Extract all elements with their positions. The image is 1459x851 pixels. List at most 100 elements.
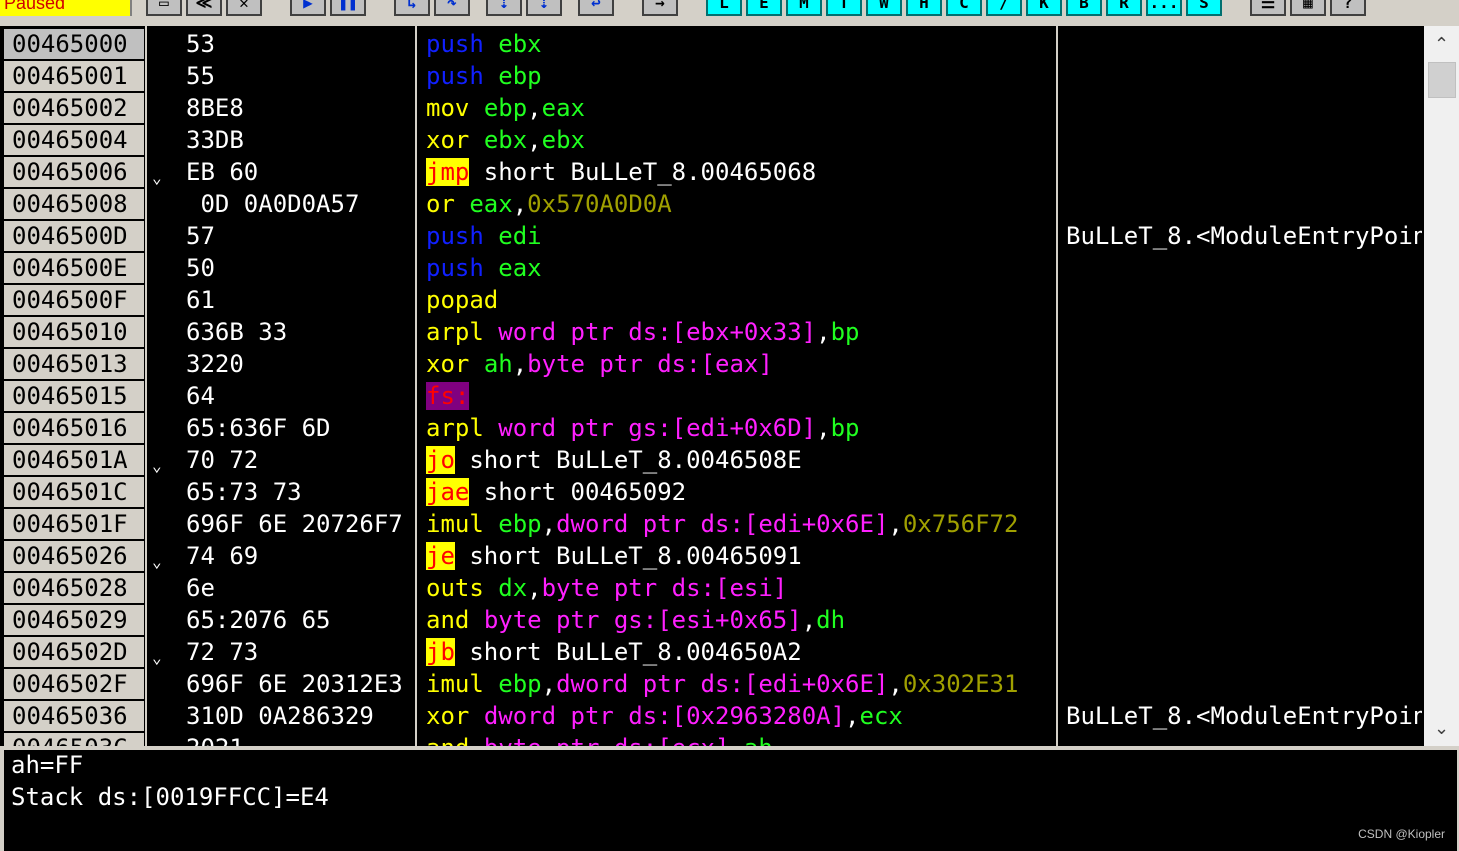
row-disassembly[interactable]: and byte ptr gs:[esi+0x65],dh xyxy=(426,604,1056,636)
row-address[interactable]: 0046502D xyxy=(4,637,144,667)
row-address[interactable]: 0046500F xyxy=(4,285,144,315)
step-over-icon[interactable]: ↷ xyxy=(434,0,470,16)
restart-icon[interactable]: ≪ xyxy=(186,0,222,16)
row-hex-bytes[interactable]: 61 xyxy=(186,284,414,316)
row-address[interactable]: 00465008 xyxy=(4,189,144,219)
scroll-thumb[interactable] xyxy=(1428,62,1456,98)
row-hex-bytes[interactable]: 696F 6E 20726F7 xyxy=(186,508,414,540)
list-icon[interactable]: ☰ xyxy=(1250,0,1286,16)
row-hex-bytes[interactable]: 65:73 73 xyxy=(186,476,414,508)
row-hex-bytes[interactable]: 65:636F 6D xyxy=(186,412,414,444)
row-hex-bytes[interactable]: 310D 0A286329 xyxy=(186,700,414,732)
windows-window-button[interactable]: W xyxy=(866,0,902,16)
row-disassembly[interactable]: xor ah,byte ptr ds:[eax] xyxy=(426,348,1056,380)
row-hex-bytes[interactable]: 696F 6E 20312E3 xyxy=(186,668,414,700)
row-disassembly[interactable]: arpl word ptr ds:[ebx+0x33],bp xyxy=(426,316,1056,348)
row-address[interactable]: 00465000 xyxy=(4,29,144,59)
help-icon[interactable]: ? xyxy=(1330,0,1366,16)
threads-window-button[interactable]: T xyxy=(826,0,862,16)
row-disassembly[interactable]: imul ebp,dword ptr ds:[edi+0x6E],0x302E3… xyxy=(426,668,1056,700)
row-hex-bytes[interactable]: 3220 xyxy=(186,348,414,380)
row-address[interactable]: 00465016 xyxy=(4,413,144,443)
row-disassembly[interactable]: jmp short BuLLeT_8.00465068 xyxy=(426,156,1056,188)
row-disassembly[interactable]: outs dx,byte ptr ds:[esi] xyxy=(426,572,1056,604)
row-hex-bytes[interactable]: 8BE8 xyxy=(186,92,414,124)
row-hex-bytes[interactable]: 6e xyxy=(186,572,414,604)
row-hex-bytes[interactable]: 57 xyxy=(186,220,414,252)
row-hex-bytes[interactable]: 65:2076 65 xyxy=(186,604,414,636)
row-disassembly[interactable]: jb short BuLLeT_8.004650A2 xyxy=(426,636,1056,668)
row-hex-bytes[interactable]: 33DB xyxy=(186,124,414,156)
row-address[interactable]: 00465002 xyxy=(4,93,144,123)
modules-window-button[interactable]: E xyxy=(746,0,782,16)
row-address[interactable]: 0046502F xyxy=(4,669,144,699)
row-address[interactable]: 0046503C xyxy=(4,733,144,746)
cpu-window-button[interactable]: C xyxy=(946,0,982,16)
column-divider[interactable] xyxy=(145,26,147,746)
row-address[interactable]: 00465028 xyxy=(4,573,144,603)
row-disassembly[interactable]: push ebp xyxy=(426,60,1056,92)
row-hex-bytes[interactable]: 2021 xyxy=(186,732,414,746)
row-disassembly[interactable]: fs: xyxy=(426,380,1056,412)
row-comment[interactable]: BuLLeT_8.<ModuleEntryPoint> xyxy=(1066,700,1422,732)
row-disassembly[interactable]: push eax xyxy=(426,252,1056,284)
memory-window-button[interactable]: M xyxy=(786,0,822,16)
run-icon[interactable]: ▶ xyxy=(290,0,326,16)
row-address[interactable]: 00465036 xyxy=(4,701,144,731)
patches-window-button[interactable]: / xyxy=(986,0,1022,16)
row-disassembly[interactable]: and byte ptr ds:[ecx],ah xyxy=(426,732,1056,746)
row-disassembly[interactable]: arpl word ptr gs:[edi+0x6D],bp xyxy=(426,412,1056,444)
row-hex-bytes[interactable]: 72 73 xyxy=(186,636,414,668)
row-disassembly[interactable]: popad xyxy=(426,284,1056,316)
row-address[interactable]: 00465004 xyxy=(4,125,144,155)
vertical-scrollbar[interactable]: ⌃ ⌄ xyxy=(1424,26,1459,746)
row-address[interactable]: 00465015 xyxy=(4,381,144,411)
row-hex-bytes[interactable]: 74 69 xyxy=(186,540,414,572)
disassembly-pane[interactable]: 00465000 00465001 00465002 00465004 00465006… xyxy=(0,26,1459,746)
pause-icon[interactable]: ❚❚ xyxy=(330,0,366,16)
row-address[interactable]: 00465006 xyxy=(4,157,144,187)
row-address[interactable]: 0046501F xyxy=(4,509,144,539)
trace-into-icon[interactable]: ⇣ xyxy=(486,0,522,16)
column-divider[interactable] xyxy=(1056,26,1058,746)
row-hex-bytes[interactable]: 70 72 xyxy=(186,444,414,476)
row-hex-bytes[interactable]: 53 xyxy=(186,28,414,60)
column-divider[interactable] xyxy=(415,26,417,746)
row-address[interactable]: 0046501A xyxy=(4,445,144,475)
execute-till-return-icon[interactable]: ↩ xyxy=(578,0,614,16)
row-address[interactable]: 00465029 xyxy=(4,605,144,635)
scroll-up-icon[interactable]: ⌃ xyxy=(1424,30,1459,60)
handles-window-button[interactable]: H xyxy=(906,0,942,16)
row-address[interactable]: 00465013 xyxy=(4,349,144,379)
row-disassembly[interactable]: xor ebx,ebx xyxy=(426,124,1056,156)
row-disassembly[interactable]: je short BuLLeT_8.00465091 xyxy=(426,540,1056,572)
call-stack-window-button[interactable]: K xyxy=(1026,0,1062,16)
close-icon[interactable]: ✕ xyxy=(226,0,262,16)
row-disassembly[interactable]: push ebx xyxy=(426,28,1056,60)
row-disassembly[interactable]: mov ebp,eax xyxy=(426,92,1056,124)
step-into-icon[interactable]: ↳ xyxy=(394,0,430,16)
run-trace-window-button[interactable]: ... xyxy=(1146,0,1182,16)
row-hex-bytes[interactable]: 55 xyxy=(186,60,414,92)
row-disassembly[interactable]: or eax,0x570A0D0A xyxy=(426,188,1056,220)
row-hex-bytes[interactable]: 636B 33 xyxy=(186,316,414,348)
open-icon[interactable]: ▭ xyxy=(146,0,182,16)
row-disassembly[interactable]: imul ebp,dword ptr ds:[edi+0x6E],0x756F7… xyxy=(426,508,1056,540)
log-window-button[interactable]: L xyxy=(706,0,742,16)
row-hex-bytes[interactable]: 64 xyxy=(186,380,414,412)
scroll-down-icon[interactable]: ⌄ xyxy=(1424,714,1459,744)
row-address[interactable]: 00465001 xyxy=(4,61,144,91)
row-disassembly[interactable]: push edi xyxy=(426,220,1056,252)
goto-icon[interactable]: → xyxy=(642,0,678,16)
row-hex-bytes[interactable]: 0D 0A0D0A57 xyxy=(186,188,414,220)
row-address[interactable]: 00465026 xyxy=(4,541,144,571)
trace-over-icon[interactable]: ⇣ xyxy=(526,0,562,16)
source-window-button[interactable]: S xyxy=(1186,0,1222,16)
row-address[interactable]: 0046500E xyxy=(4,253,144,283)
row-address[interactable]: 0046501C xyxy=(4,477,144,507)
row-disassembly[interactable]: jae short 00465092 xyxy=(426,476,1056,508)
references-window-button[interactable]: R xyxy=(1106,0,1142,16)
row-address[interactable]: 0046500D xyxy=(4,221,144,251)
palette-icon[interactable]: ▦ xyxy=(1290,0,1326,16)
row-hex-bytes[interactable]: EB 60 xyxy=(186,156,414,188)
